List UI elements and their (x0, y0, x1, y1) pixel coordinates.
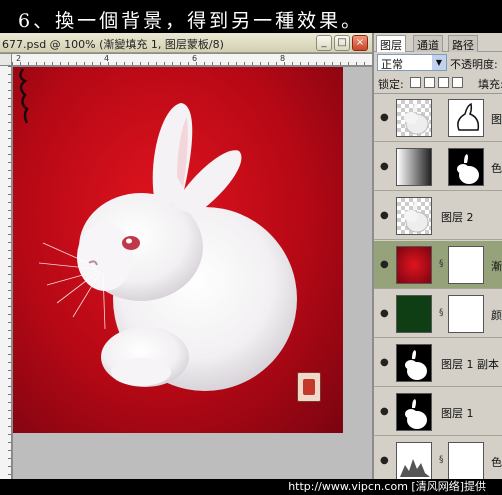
eye-icon[interactable]: ● (380, 210, 389, 221)
image-canvas[interactable] (13, 67, 343, 433)
lock-transparent-checkbox[interactable] (410, 77, 421, 88)
tab-paths[interactable]: 路径 (448, 35, 478, 52)
layer-row[interactable]: ● § 颜 (374, 290, 502, 338)
layer-mask-thumbnail (448, 442, 484, 479)
ruler-mark: 8 (280, 54, 286, 63)
layer-mask-thumbnail (448, 295, 484, 333)
blend-mode-select[interactable]: 正常 ▼ (377, 54, 447, 71)
layer-thumbnail (396, 246, 432, 284)
layer-name: 颜 (491, 309, 502, 322)
lock-all-checkbox[interactable] (452, 77, 463, 88)
layer-mask-thumbnail (448, 99, 484, 137)
panel-tabs: 图层 通道 路径 (374, 35, 502, 52)
seal-stamp (297, 372, 321, 402)
layer-row[interactable]: ● 图层 1 副本 (374, 339, 502, 387)
ruler-mark: 4 (104, 54, 110, 63)
layer-name: 色 (491, 456, 502, 469)
horizontal-ruler[interactable]: 2 4 6 8 (12, 54, 372, 66)
layer-mask-thumbnail (448, 148, 484, 186)
layer-row[interactable]: ● § 色 (374, 437, 502, 479)
vertical-ruler[interactable] (0, 66, 12, 479)
layer-thumbnail (396, 442, 432, 479)
document-titlebar[interactable]: 677.psd @ 100% (漸變填充 1, 图层蒙板/8) _ □ × (0, 33, 372, 53)
eye-icon[interactable]: ● (380, 406, 389, 417)
layer-mask-thumbnail (448, 246, 484, 284)
layer-name: 图层 1 副本 (441, 358, 499, 371)
layers-list: ● 图 ● 色 ● 图层 2 ● § 漸 ● § 颜 ● 图层 1 副本 ● 图… (374, 93, 502, 479)
layer-name: 漸 (491, 260, 502, 273)
blend-row: 正常 ▼ 不透明度: 10 (374, 54, 502, 72)
layer-name: 图层 2 (441, 211, 474, 224)
lock-label: 锁定: (378, 78, 404, 91)
layer-thumbnail (396, 197, 432, 235)
lock-row: 锁定: 填充: 10 (374, 75, 502, 91)
chevron-down-icon[interactable]: ▼ (432, 55, 446, 70)
blend-mode-value: 正常 (381, 58, 403, 71)
link-icon[interactable]: § (439, 308, 444, 318)
source-credit: http://www.vipcn.com [清风网络]提供 (0, 479, 502, 495)
signature-mark (19, 68, 29, 124)
layer-thumbnail (396, 99, 432, 137)
fill-field[interactable]: 填充: 10 (478, 76, 502, 92)
layer-row-selected[interactable]: ● § 漸 (374, 241, 502, 289)
tutorial-banner: 6、換一個背景，得到另一種效果。 (0, 0, 502, 33)
ruler-corner (0, 54, 12, 66)
layer-row[interactable]: ● 图 (374, 94, 502, 142)
layers-panel: 图层 通道 路径 正常 ▼ 不透明度: 10 锁定: 填充: 10 ● 图 (372, 33, 502, 479)
ruler-mark: 6 (192, 54, 198, 63)
link-icon[interactable]: § (439, 455, 444, 465)
eye-icon[interactable]: ● (380, 455, 389, 466)
layer-thumbnail (396, 344, 432, 382)
layer-name: 色 (491, 162, 502, 175)
layer-thumbnail (396, 393, 432, 431)
document-window: 677.psd @ 100% (漸變填充 1, 图层蒙板/8) _ □ × 2 … (0, 33, 372, 479)
layer-row[interactable]: ● 图层 2 (374, 192, 502, 240)
document-title: 677.psd @ 100% (漸變填充 1, 图层蒙板/8) (2, 38, 224, 51)
link-icon[interactable]: § (439, 259, 444, 269)
canvas-workarea[interactable] (13, 67, 372, 479)
tab-layers[interactable]: 图层 (376, 35, 406, 52)
lock-image-checkbox[interactable] (424, 77, 435, 88)
eye-icon[interactable]: ● (380, 161, 389, 172)
lock-position-checkbox[interactable] (438, 77, 449, 88)
layer-thumbnail (396, 148, 432, 186)
rabbit-image (38, 103, 297, 391)
layer-name: 图层 1 (441, 407, 474, 420)
close-button[interactable]: × (352, 35, 368, 51)
layer-row[interactable]: ● 图层 1 (374, 388, 502, 436)
layer-name: 图 (491, 113, 502, 126)
eye-icon[interactable]: ● (380, 357, 389, 368)
eye-icon[interactable]: ● (380, 112, 389, 123)
layer-row[interactable]: ● 色 (374, 143, 502, 191)
eye-icon[interactable]: ● (380, 259, 389, 270)
eye-icon[interactable]: ● (380, 308, 389, 319)
layer-thumbnail (396, 295, 432, 333)
minimize-button[interactable]: _ (316, 35, 332, 51)
maximize-button[interactable]: □ (334, 35, 350, 51)
opacity-field[interactable]: 不透明度: 10 (450, 56, 502, 72)
tab-channels[interactable]: 通道 (413, 35, 443, 52)
ruler-mark: 2 (16, 54, 22, 63)
